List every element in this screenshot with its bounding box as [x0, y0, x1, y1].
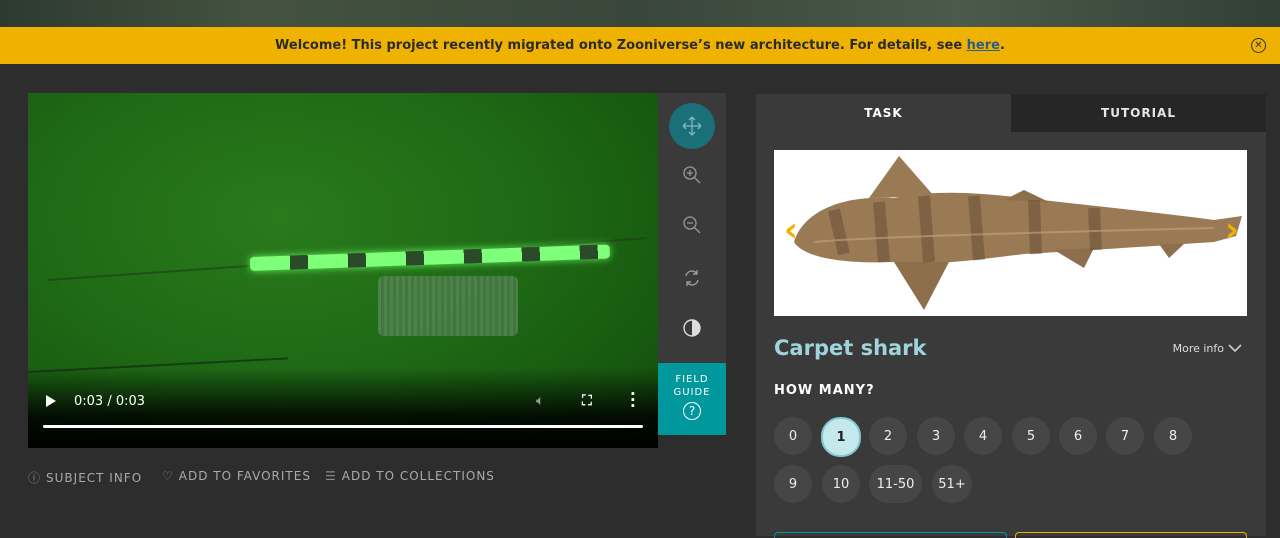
count-option[interactable]: 7: [1106, 417, 1144, 455]
collections-label: ADD TO COLLECTIONS: [341, 469, 495, 483]
tab-tutorial[interactable]: TUTORIAL: [1011, 94, 1266, 132]
video-player[interactable]: 0:03 / 0:03 🔈︎ ⛶ · · ·: [28, 93, 658, 448]
banner-link[interactable]: here: [967, 38, 1000, 53]
list-icon: ☰: [325, 469, 337, 483]
tab-task[interactable]: TASK: [756, 94, 1011, 132]
favorites-label: ADD TO FAVORITES: [178, 469, 311, 483]
banner-end: .: [999, 38, 1005, 53]
previous-image-icon[interactable]: ‹: [784, 210, 798, 250]
add-to-favorites-link[interactable]: ♡ ADD TO FAVORITES: [162, 469, 311, 483]
video-progress-bar[interactable]: [43, 425, 643, 428]
banner-text: Welcome! This project recently migrated …: [275, 38, 963, 53]
field-guide-button[interactable]: FIELD GUIDE ?: [658, 363, 726, 435]
info-icon: ⓘ: [28, 471, 42, 485]
video-frame-bait-cage: [378, 276, 518, 336]
more-info-button[interactable]: More info: [1173, 342, 1242, 355]
count-option[interactable]: 6: [1059, 417, 1097, 455]
species-name: Carpet shark: [774, 336, 927, 360]
count-option[interactable]: 2: [869, 417, 907, 455]
more-info-label: More info: [1172, 342, 1224, 355]
subject-info-label: SUBJECT INFO: [46, 470, 143, 485]
count-option[interactable]: 0: [774, 417, 812, 455]
field-guide-label: FIELD: [675, 374, 709, 385]
rotate-icon[interactable]: [669, 255, 715, 301]
count-option[interactable]: 3: [917, 417, 955, 455]
subject-info-link[interactable]: ⓘ SUBJECT INFO: [28, 469, 142, 486]
count-option[interactable]: 8: [1154, 417, 1192, 455]
image-toolbar: [658, 93, 726, 363]
done-button[interactable]: [1015, 532, 1247, 538]
zoom-out-icon[interactable]: [669, 202, 715, 248]
count-option[interactable]: 11-50: [869, 465, 922, 503]
chevron-down-icon: [1228, 344, 1242, 353]
play-icon[interactable]: [46, 395, 56, 407]
move-icon[interactable]: [669, 103, 715, 149]
more-options-icon[interactable]: · · ·: [630, 387, 636, 414]
count-option[interactable]: 4: [964, 417, 1002, 455]
how-many-label: HOW MANY?: [774, 383, 875, 398]
count-option[interactable]: 10: [822, 465, 860, 503]
shark-illustration: [794, 156, 1242, 310]
species-image: ‹ ›: [774, 150, 1247, 316]
page-header-background: [0, 0, 1280, 27]
volume-icon[interactable]: 🔈︎: [536, 393, 544, 409]
count-option[interactable]: 51+: [932, 465, 972, 503]
question-icon: ?: [683, 402, 701, 420]
previous-button[interactable]: [774, 532, 1007, 538]
count-option[interactable]: 9: [774, 465, 812, 503]
video-time: 0:03 / 0:03: [74, 394, 146, 409]
count-option[interactable]: 5: [1012, 417, 1050, 455]
field-guide-label: GUIDE: [673, 387, 711, 398]
task-panel: TASK TUTORIAL ‹ › Carpet shark More info…: [756, 94, 1266, 538]
zoom-in-icon[interactable]: [669, 152, 715, 198]
contrast-icon[interactable]: [669, 305, 715, 351]
count-option-selected[interactable]: 1: [821, 417, 861, 457]
heart-icon: ♡: [162, 469, 174, 483]
close-icon[interactable]: ✕: [1251, 38, 1266, 53]
task-tabs: TASK TUTORIAL: [756, 94, 1266, 132]
fullscreen-icon[interactable]: ⛶: [582, 393, 592, 409]
next-image-icon[interactable]: ›: [1225, 210, 1239, 250]
migration-banner: Welcome! This project recently migrated …: [0, 27, 1280, 64]
video-frame-bar: [249, 244, 611, 271]
add-to-collections-link[interactable]: ☰ ADD TO COLLECTIONS: [325, 469, 495, 483]
